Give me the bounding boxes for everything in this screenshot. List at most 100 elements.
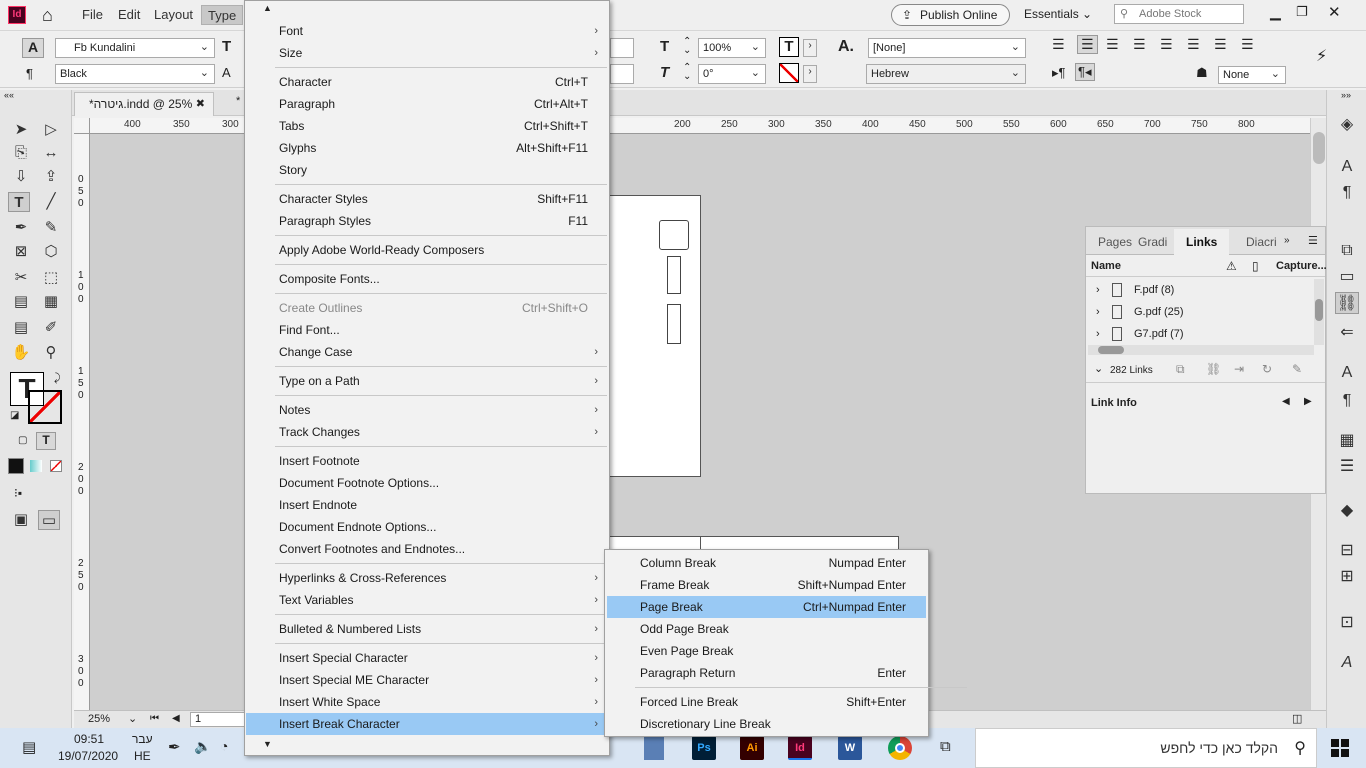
- document-tab[interactable]: *גיטרה.indd @ 25% ✖: [74, 92, 214, 116]
- rtl-direction-icon[interactable]: ¶◂: [1075, 63, 1095, 81]
- links-scrollbar[interactable]: [1314, 279, 1324, 345]
- notification-icon[interactable]: ▤: [22, 738, 36, 756]
- text-stroke-none-icon[interactable]: [779, 63, 799, 83]
- text-wrap-icon[interactable]: ⊡: [1335, 612, 1359, 634]
- free-transform-tool-icon[interactable]: ⬚: [40, 268, 62, 288]
- previous-icon[interactable]: ◀: [1282, 396, 1290, 407]
- link-info-header[interactable]: Link Info ◀ ▶: [1086, 395, 1325, 415]
- scroll-thumb[interactable]: [1098, 346, 1124, 354]
- collapse-icon[interactable]: »»: [1341, 90, 1351, 100]
- menu-item-paragraph[interactable]: Paragraph Ctrl+Alt+T: [246, 93, 608, 115]
- swatches-icon[interactable]: ◆: [1335, 500, 1359, 522]
- menu-type[interactable]: Type: [201, 5, 244, 25]
- menu-item-document-footnote-options[interactable]: Document Footnote Options...: [246, 472, 608, 494]
- content-placer-icon[interactable]: ⇪: [40, 167, 62, 187]
- menu-item-hyperlinks-cross-references[interactable]: Hyperlinks & Cross-References ›: [246, 567, 608, 589]
- hand-tool-icon[interactable]: ✋: [10, 343, 32, 363]
- pen-icon[interactable]: ✒: [168, 738, 181, 756]
- skew-field[interactable]: 0°: [698, 64, 766, 84]
- apply-none-icon[interactable]: [50, 460, 62, 472]
- menu-item-document-endnote-options[interactable]: Document Endnote Options...: [246, 516, 608, 538]
- split-view-icon[interactable]: ◫: [1292, 712, 1302, 725]
- pages-panel-icon[interactable]: ⧉: [1335, 240, 1359, 262]
- language-field[interactable]: Hebrew: [866, 64, 1026, 84]
- color-theme-tool-icon[interactable]: ⁝▪: [14, 486, 22, 500]
- relink-from-cc-icon[interactable]: ⧉: [1176, 362, 1185, 377]
- menu-item-change-case[interactable]: Change Case ›: [246, 341, 608, 363]
- ltr-direction-icon[interactable]: ▸¶: [1052, 65, 1066, 81]
- menu-item-type-on-a-path[interactable]: Type on a Path ›: [246, 370, 608, 392]
- menu-item-odd-page-break[interactable]: Odd Page Break: [607, 618, 926, 640]
- horizontal-scale-field[interactable]: 100%: [698, 38, 766, 58]
- chevron-right-icon[interactable]: ›: [803, 39, 817, 57]
- text-fill-icon[interactable]: T: [779, 37, 799, 57]
- paragraph-panel-icon[interactable]: ¶: [1335, 182, 1359, 204]
- gradient-feather-tool-icon[interactable]: ▦: [40, 292, 62, 312]
- cell-styles-icon[interactable]: ☰: [1335, 456, 1359, 478]
- menu-item-discretionary-line-break[interactable]: Discretionary Line Break: [607, 713, 926, 735]
- font-family-field[interactable]: Fb Kundalini: [55, 38, 215, 58]
- ruler-origin[interactable]: [74, 118, 90, 134]
- tab-overflow-icon[interactable]: »: [1284, 235, 1290, 246]
- menu-item-story[interactable]: Story: [246, 159, 608, 181]
- menu-item-track-changes[interactable]: Track Changes ›: [246, 421, 608, 443]
- pencil-tool-icon[interactable]: ✎: [40, 218, 62, 238]
- align-left-icon[interactable]: ☰: [1052, 36, 1065, 53]
- paragraph-mode-icon[interactable]: ¶: [26, 66, 33, 81]
- character-panel-icon[interactable]: A: [1335, 156, 1359, 178]
- menu-file[interactable]: File: [82, 7, 103, 22]
- align-center-icon[interactable]: ☰: [1077, 35, 1098, 54]
- table-styles-icon[interactable]: ▦: [1335, 430, 1359, 452]
- justify-right-icon[interactable]: ☰: [1187, 36, 1200, 53]
- chevron-right-icon[interactable]: ›: [1096, 301, 1100, 323]
- menu-item-composite-fonts[interactable]: Composite Fonts...: [246, 268, 608, 290]
- language-indicator-bottom[interactable]: HE: [134, 749, 151, 763]
- selection-tool-icon[interactable]: ➤: [10, 120, 32, 140]
- adobe-stock-search[interactable]: ⚲ Adobe Stock: [1114, 4, 1244, 24]
- direct-selection-tool-icon[interactable]: ▷: [40, 120, 62, 140]
- layers-panel-icon[interactable]: ▭: [1335, 266, 1359, 288]
- calculator-taskbar-icon[interactable]: [644, 736, 664, 760]
- previous-page-icon[interactable]: ◀: [172, 713, 180, 724]
- lightning-icon[interactable]: ⚡: [1316, 46, 1327, 66]
- menu-item-column-break[interactable]: Column Break Numpad Enter: [607, 552, 926, 574]
- language-indicator-top[interactable]: עבר: [132, 732, 153, 746]
- chevron-down-icon[interactable]: ⌄: [1094, 362, 1103, 375]
- menu-item-even-page-break[interactable]: Even Page Break: [607, 640, 926, 662]
- page-tool-icon[interactable]: ⎘: [10, 143, 32, 163]
- align-right-icon[interactable]: ☰: [1106, 36, 1119, 53]
- menu-item-find-font[interactable]: Find Font...: [246, 319, 608, 341]
- justify-center-icon[interactable]: ☰: [1160, 36, 1173, 53]
- menu-item-notes[interactable]: Notes ›: [246, 399, 608, 421]
- zoom-level[interactable]: 25%: [88, 713, 110, 725]
- volume-icon[interactable]: 🔈: [194, 738, 211, 755]
- swap-colors-icon[interactable]: ⤸: [54, 372, 61, 385]
- minimize-button[interactable]: ▁: [1270, 4, 1281, 21]
- chevron-down-icon[interactable]: ⌄: [128, 712, 137, 725]
- character-style-field[interactable]: [None]: [868, 38, 1026, 58]
- apply-gradient-icon[interactable]: [30, 460, 42, 472]
- close-icon[interactable]: ✖: [196, 93, 205, 115]
- menu-item-glyphs[interactable]: Glyphs Alt+Shift+F11: [246, 137, 608, 159]
- menu-item-character[interactable]: Character Ctrl+T: [246, 71, 608, 93]
- menu-item-insert-special-me-character[interactable]: Insert Special ME Character ›: [246, 669, 608, 691]
- panel-menu-icon[interactable]: ☰: [1308, 234, 1318, 247]
- justify-left-icon[interactable]: ☰: [1133, 36, 1146, 53]
- menu-edit[interactable]: Edit: [118, 7, 140, 22]
- menu-item-size[interactable]: Size ›: [246, 42, 608, 64]
- menu-item-insert-special-character[interactable]: Insert Special Character ›: [246, 647, 608, 669]
- pen-tool-icon[interactable]: ✒: [10, 218, 32, 238]
- apply-color-icon[interactable]: [8, 458, 24, 474]
- chevron-right-icon[interactable]: ›: [803, 65, 817, 83]
- menu-item-insert-endnote[interactable]: Insert Endnote: [246, 494, 608, 516]
- default-colors-icon[interactable]: ◪: [10, 410, 19, 421]
- menu-item-page-break[interactable]: Page Break Ctrl+Numpad Enter: [607, 596, 926, 618]
- column-caption[interactable]: Capture...: [1276, 260, 1327, 272]
- windows-start-icon[interactable]: [1331, 739, 1349, 757]
- align-panel-icon[interactable]: ⊟: [1335, 540, 1359, 562]
- formatting-container-icon[interactable]: ▢: [18, 435, 27, 446]
- home-icon[interactable]: ⌂: [42, 5, 53, 26]
- paragraph-styles-icon[interactable]: ¶: [1335, 390, 1359, 412]
- relink-icon[interactable]: ⛓: [1206, 362, 1221, 376]
- kerning-field[interactable]: [610, 64, 634, 84]
